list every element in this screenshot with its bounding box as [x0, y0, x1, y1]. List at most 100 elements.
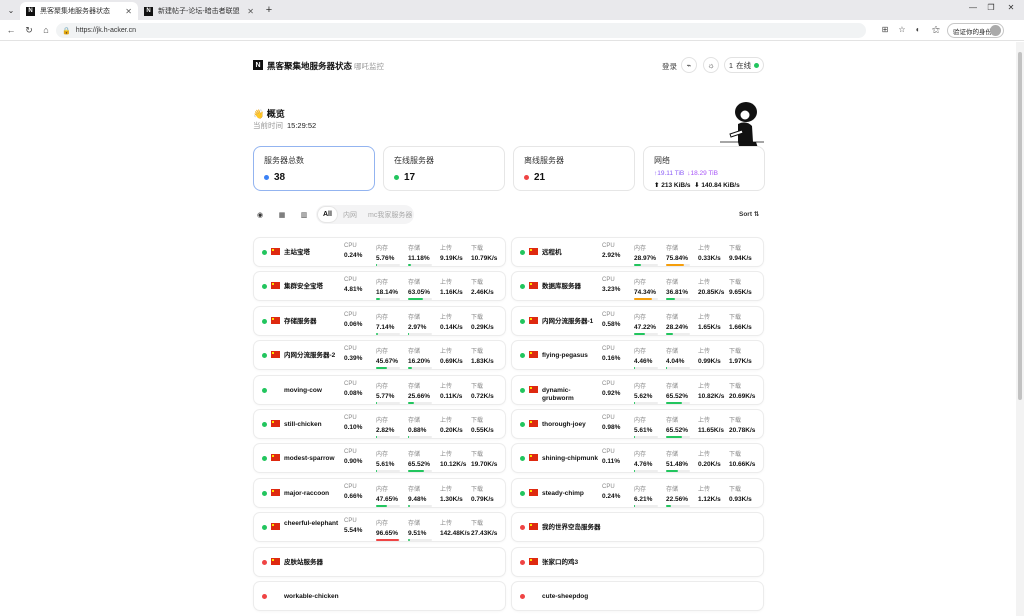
browser-tab-active[interactable]: N 黑客聚集地服务器状态 ✕ — [20, 2, 138, 20]
metric-value: 9.51% — [408, 530, 427, 537]
usage-bar — [634, 264, 658, 266]
server-row[interactable]: dynamic-grubworm CPU 0.92% 内存 5.62% 存储 65.52% 上… — [511, 375, 764, 405]
usage-bar-fill — [408, 402, 415, 404]
server-row[interactable]: 张家口的鸡3 — [511, 547, 764, 577]
offline-servers-value: 21 — [534, 172, 546, 183]
collections-icon[interactable]: ⚝ — [930, 25, 942, 35]
site-logo[interactable]: N — [253, 60, 263, 70]
site-title[interactable]: 黑客聚集地服务器状态 — [267, 60, 352, 72]
server-status-dot — [262, 319, 267, 324]
server-row[interactable]: cheerful-elephant CPU 5.54% 内存 96.65% 存储 9.51%… — [253, 512, 506, 542]
view-chart-icon[interactable]: ▦ — [275, 209, 289, 221]
sort-button[interactable]: Sort ⇅ — [739, 210, 759, 218]
metric-value: 18.14% — [376, 289, 399, 296]
server-row[interactable]: still-chicken CPU 0.10% 内存 2.82% 存储 0.88% 上传 0.2… — [253, 409, 506, 439]
maximize-icon[interactable]: ❐ — [984, 3, 998, 12]
metric-value: 9.19K/s — [440, 255, 463, 262]
tab-close-icon[interactable]: ✕ — [247, 7, 254, 16]
metric-value: 0.88% — [408, 427, 427, 434]
favorite-icon[interactable]: ☆ — [896, 25, 908, 34]
server-row[interactable]: steady-chimp CPU 0.24% 内存 6.21% 存储 22.56% 上传 1.1… — [511, 478, 764, 508]
metric-cpu: CPU 5.54% — [344, 518, 362, 534]
metric-mem: 内存 5.61% — [634, 415, 658, 438]
server-row[interactable]: moving-cow CPU 0.08% 内存 5.77% 存储 25.66% 上传 0.11K… — [253, 375, 506, 405]
metric-mem: 内存 4.46% — [634, 346, 658, 369]
tab-close-icon[interactable]: ✕ — [125, 7, 132, 16]
server-row[interactable]: workable-chicken — [253, 581, 506, 611]
minimize-icon[interactable]: — — [966, 3, 980, 12]
server-row[interactable]: shining-chipmunk CPU 0.11% 内存 4.76% 存储 51.48% 上… — [511, 443, 764, 473]
server-row[interactable]: 数据库服务器 CPU 3.23% 内存 74.34% 存储 36.81% 上传 20.85K/s… — [511, 271, 764, 301]
profile-button[interactable]: 验证你的身份 — [947, 23, 1004, 38]
tab-menu-chevron-icon[interactable]: ⌄ — [4, 3, 18, 17]
server-row[interactable]: 内网分流服务器-1 CPU 0.58% 内存 47.22% 存储 28.24% 上传 1.65K… — [511, 306, 764, 336]
metric-label: 上传 — [698, 384, 711, 390]
rss-off-icon[interactable]: ⌁ — [681, 57, 697, 73]
stat-card-network[interactable]: 网络 ↑19.11 TiB ↓18.29 TiB ⬆ 213 KiB/s ⬇ 14… — [643, 146, 765, 191]
url-input[interactable]: 🔒 https://jk.h-acker.cn — [56, 23, 866, 38]
metric-label: 存储 — [408, 452, 421, 458]
home-icon[interactable]: ⌂ — [40, 24, 52, 36]
browser-tab-strip: ⌄ N 黑客聚集地服务器状态 ✕ N 新建帖子-论坛-暗击者联盟 ✕ + — ❐… — [0, 0, 1024, 20]
server-row[interactable]: major-raccoon CPU 0.66% 内存 47.65% 存储 9.48% 上传 1.… — [253, 478, 506, 508]
server-row[interactable]: 集群安全宝塔 CPU 4.81% 内存 18.14% 存储 63.05% 上传 1.16K/s 下… — [253, 271, 506, 301]
metric-value: 47.65% — [376, 496, 399, 503]
usage-bar — [666, 264, 690, 266]
close-window-icon[interactable]: ✕ — [1004, 3, 1018, 12]
server-row[interactable]: flying-pegasus CPU 0.16% 内存 4.46% 存储 4.04% 上传 0.… — [511, 340, 764, 370]
filter-tab-all[interactable]: All — [318, 207, 337, 222]
server-row[interactable]: modest-sparrow CPU 0.90% 内存 5.61% 存储 65.52% 上传 1… — [253, 443, 506, 473]
browser-tab[interactable]: N 新建帖子-论坛-暗击者联盟 ✕ — [138, 2, 260, 20]
new-tab-button[interactable]: + — [262, 3, 276, 17]
metric-label: 存储 — [408, 280, 421, 286]
refresh-icon[interactable]: ↻ — [23, 24, 35, 36]
stat-card-total[interactable]: 服务器总数 38 — [253, 146, 375, 191]
server-name: 张家口的鸡3 — [542, 559, 579, 566]
metric-label: 下载 — [729, 384, 742, 390]
metric-label: CPU — [344, 484, 357, 490]
browser-essentials-icon[interactable]: ◐ — [912, 25, 924, 34]
server-row[interactable]: thorough-joey CPU 0.98% 内存 5.61% 存储 65.52% 上传 11… — [511, 409, 764, 439]
server-row[interactable]: 皮肤站服务器 — [253, 547, 506, 577]
metric-label: CPU — [344, 243, 357, 249]
server-row[interactable]: 主站宝塔 CPU 0.24% 内存 5.76% 存储 11.18% 上传 9.19K/s 下载 10… — [253, 237, 506, 267]
metric-label: 上传 — [440, 280, 453, 286]
extension-icon[interactable]: ⊞ — [879, 25, 891, 34]
server-row[interactable]: cute-sheepdog — [511, 581, 764, 611]
server-row[interactable]: 存储服务器 CPU 0.06% 内存 7.14% 存储 2.97% 上传 0.14K/s 下载 0.… — [253, 306, 506, 336]
stat-card-online[interactable]: 在线服务器 17 — [383, 146, 505, 191]
login-link[interactable]: 登录 — [662, 61, 677, 72]
metric-label: 上传 — [698, 246, 711, 252]
view-grid-icon[interactable]: ▥ — [297, 209, 311, 221]
filter-tab-intranet[interactable]: 内网 — [338, 207, 362, 222]
server-row[interactable]: 远程机 CPU 2.92% 内存 28.97% 存储 75.84% 上传 0.33K/s 下载 9.… — [511, 237, 764, 267]
metric-value: 1.83K/s — [471, 358, 494, 365]
metric-label: CPU — [602, 415, 615, 421]
usage-bar-fill — [666, 505, 672, 507]
back-icon[interactable]: ← — [5, 24, 17, 36]
metric-label: 上传 — [698, 280, 711, 286]
view-map-icon[interactable]: ◉ — [253, 209, 267, 221]
server-status-dot — [520, 353, 525, 358]
server-name: flying-pegasus — [542, 352, 588, 359]
tab-title: 黑客聚集地服务器状态 — [40, 8, 110, 15]
scrollbar-thumb[interactable] — [1018, 52, 1022, 400]
filter-tab-mc[interactable]: mc我家服务器 — [363, 207, 417, 222]
metric-label: 上传 — [698, 418, 711, 424]
metric-mem: 内存 96.65% — [376, 518, 400, 541]
stat-card-offline[interactable]: 离线服务器 21 — [513, 146, 635, 191]
metric-cpu: CPU 3.23% — [602, 277, 620, 293]
metric-label: 下载 — [729, 452, 742, 458]
metric-value: 47.22% — [634, 324, 657, 331]
metric-up: 上传 1.65K/s — [698, 312, 721, 331]
metric-label: 内存 — [634, 452, 647, 458]
server-row[interactable]: 内网分流服务器-2 CPU 0.39% 内存 45.67% 存储 16.20% 上传 0.69K… — [253, 340, 506, 370]
metric-down: 下载 1.97K/s — [729, 346, 752, 365]
server-row[interactable]: 我的世界空岛服务器 — [511, 512, 764, 542]
country-flag-icon — [271, 282, 280, 289]
metric-value: 10.79K/s — [471, 255, 498, 262]
theme-toggle-icon[interactable]: ☼ — [703, 57, 719, 73]
metric-down: 下载 27.43K/s — [471, 518, 497, 537]
country-flag-icon — [271, 454, 280, 461]
metric-value: 4.76% — [634, 461, 653, 468]
